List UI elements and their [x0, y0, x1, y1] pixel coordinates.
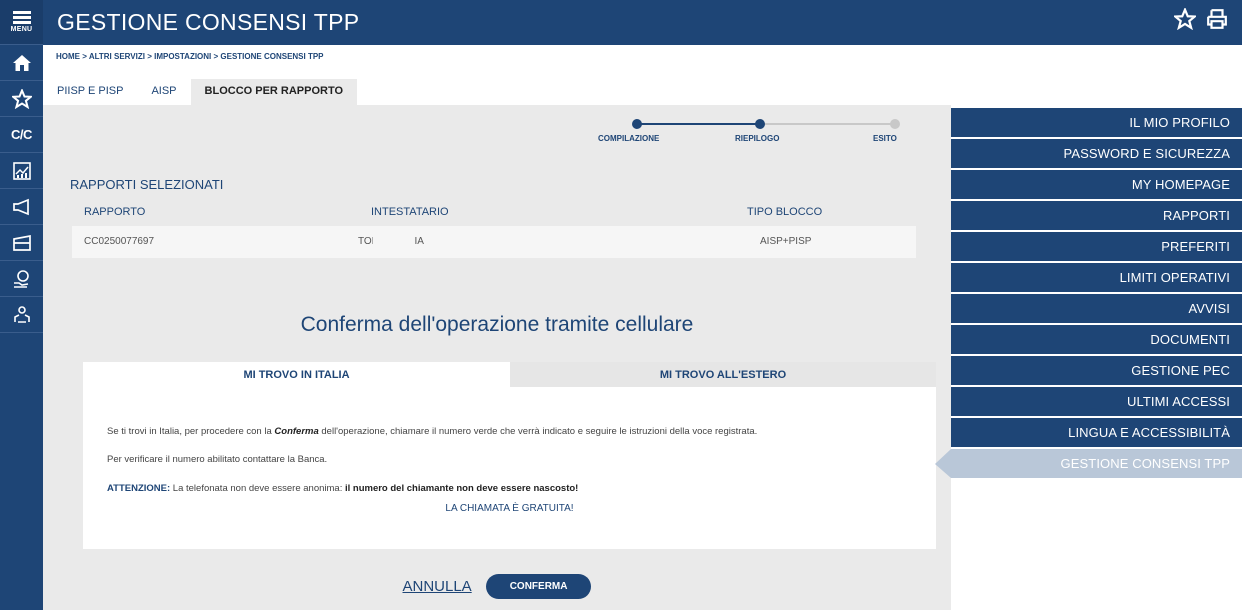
column-header-intestatario: INTESTATARIO [371, 206, 449, 218]
column-header-tipo-blocco: TIPO BLOCCO [747, 206, 823, 218]
warning-body: La telefonata non deve essere anonima: [170, 483, 345, 494]
confirm-panel: MI TROVO IN ITALIA MI TROVO ALL'ESTERO S… [83, 362, 936, 549]
people-icon [13, 305, 30, 323]
left-rail: MENU C/C [0, 0, 43, 610]
stepper-track-todo [760, 123, 895, 125]
warning-bold: il numero del chiamante non deve essere … [344, 483, 579, 494]
investments-button[interactable] [0, 153, 43, 189]
progress-stepper: COMPILAZIONE RIEPILOGO ESITO [595, 112, 905, 143]
rapporti-title: RAPPORTI SELEZIONATI [70, 177, 224, 192]
right-menu: IL MIO PROFILO PASSWORD E SICUREZZA MY H… [935, 108, 1242, 480]
hamburger-icon [12, 11, 31, 24]
redacted-block [373, 231, 415, 252]
tab-blocco-per-rapporto[interactable]: BLOCCO PER RAPPORTO [190, 79, 358, 105]
tab-mi-trovo-all-estero[interactable]: MI TROVO ALL'ESTERO [510, 362, 936, 387]
loans-button[interactable] [0, 261, 43, 297]
home-icon [12, 54, 31, 71]
step-label-esito: ESITO [873, 134, 897, 143]
tab-piisp-pisp[interactable]: PIISP E PISP [43, 79, 137, 105]
confirm-heading: Conferma dell'operazione tramite cellula… [300, 313, 694, 336]
tab-aisp[interactable]: AISP [137, 79, 190, 105]
family-button[interactable] [0, 297, 43, 333]
cc-icon: C/C [11, 127, 32, 142]
step-dot-riepilogo [755, 119, 765, 129]
menu-item-documenti[interactable]: DOCUMENTI [951, 325, 1242, 354]
cc-button[interactable]: C/C [0, 117, 43, 153]
step-dot-esito [890, 119, 900, 129]
step-dot-compilazione [632, 119, 642, 129]
menu-item-il-mio-profilo[interactable]: IL MIO PROFILO [951, 108, 1242, 137]
free-call-text: LA CHIAMATA È GRATUITA! [445, 503, 574, 514]
instruction-text-bold: Conferma [274, 426, 319, 437]
menu-item-lingua-e-accessibilita[interactable]: LINGUA E ACCESSIBILITÀ [951, 418, 1242, 447]
favorites-button[interactable] [0, 81, 43, 117]
menu-item-gestione-consensi-tpp[interactable]: GESTIONE CONSENSI TPP [935, 449, 1242, 478]
instruction-text: Se ti trovi in Italia, per procedere con… [107, 426, 757, 437]
column-header-rapporto: RAPPORTO [84, 206, 146, 218]
step-label-compilazione: COMPILAZIONE [598, 134, 660, 143]
menu-item-gestione-pec[interactable]: GESTIONE PEC [951, 356, 1242, 385]
menu-item-avvisi[interactable]: AVVISI [951, 294, 1242, 323]
tab-mi-trovo-in-italia[interactable]: MI TROVO IN ITALIA [83, 362, 510, 387]
menu-label: MENU [10, 26, 33, 33]
star-icon [11, 88, 32, 109]
instruction-text-b: dell'operazione, chiamare il numero verd… [318, 426, 758, 437]
coins-hand-icon [13, 269, 29, 288]
megaphone-icon [12, 198, 29, 215]
menu-button[interactable]: MENU [0, 0, 43, 45]
menu-item-my-homepage[interactable]: MY HOMEPAGE [951, 170, 1242, 199]
stepper-track-done [637, 123, 760, 125]
communications-button[interactable] [0, 189, 43, 225]
tab-bar: PIISP E PISP AISP BLOCCO PER RAPPORTO [43, 79, 358, 105]
folder-icon [12, 234, 31, 251]
instruction-text-a: Se ti trovi in Italia, per procedere con… [107, 426, 275, 437]
menu-item-rapporti[interactable]: RAPPORTI [951, 201, 1242, 230]
step-label-riepilogo: RIEPILOGO [735, 134, 780, 143]
chart-icon [12, 161, 31, 180]
action-bar: ANNULLA CONFERMA [43, 574, 951, 599]
warning-label: ATTENZIONE: [107, 483, 171, 494]
warning-text: ATTENZIONE: La telefonata non deve esser… [107, 483, 578, 494]
menu-item-preferiti[interactable]: PREFERITI [951, 232, 1242, 261]
cell-rapporto: CC0250077697 [84, 236, 155, 247]
annulla-button[interactable]: ANNULLA [403, 578, 472, 595]
cell-tipo-blocco: AISP+PISP [760, 236, 812, 247]
menu-item-password-e-sicurezza[interactable]: PASSWORD E SICUREZZA [951, 139, 1242, 168]
star-outline-icon[interactable] [1174, 8, 1196, 30]
documents-button[interactable] [0, 225, 43, 261]
top-header: GESTIONE CONSENSI TPP [43, 0, 1242, 45]
home-button[interactable] [0, 45, 43, 81]
conferma-button[interactable]: CONFERMA [485, 574, 592, 599]
menu-item-limiti-operativi[interactable]: LIMITI OPERATIVI [951, 263, 1242, 292]
breadcrumb[interactable]: HOME > ALTRI SERVIZI > IMPOSTAZIONI > GE… [56, 52, 324, 61]
page-title: GESTIONE CONSENSI TPP [57, 9, 360, 35]
menu-item-ultimi-accessi[interactable]: ULTIMI ACCESSI [951, 387, 1242, 416]
verify-text: Per verificare il numero abilitato conta… [107, 454, 328, 465]
print-icon[interactable] [1206, 8, 1228, 30]
